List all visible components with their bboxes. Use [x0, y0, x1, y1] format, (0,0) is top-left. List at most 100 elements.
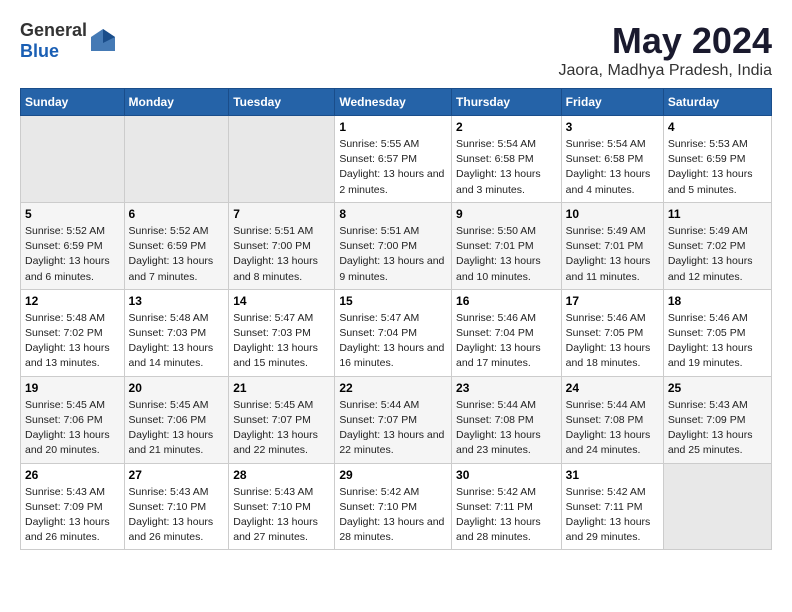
calendar-cell: 7 Sunrise: 5:51 AMSunset: 7:00 PMDaylight… [229, 202, 335, 289]
day-number: 23 [456, 381, 557, 395]
calendar-cell: 24Sunrise: 5:44 AMSunset: 7:08 PMDayligh… [561, 376, 663, 463]
calendar-cell: 3 Sunrise: 5:54 AMSunset: 6:58 PMDaylight… [561, 116, 663, 203]
calendar-cell [124, 116, 229, 203]
day-info: Sunrise: 5:47 AMSunset: 7:04 PMDaylight:… [339, 311, 447, 372]
calendar-cell: 18 Sunrise: 5:46 AMSunset: 7:05 PMDayligh… [663, 289, 771, 376]
day-info: Sunrise: 5:49 AMSunset: 7:02 PMDaylight:… [668, 224, 767, 285]
day-number: 22 [339, 381, 447, 395]
calendar-cell: 13 Sunrise: 5:48 AMSunset: 7:03 PMDayligh… [124, 289, 229, 376]
day-number: 17 [566, 294, 659, 308]
calendar-week-1: 1Sunrise: 5:55 AMSunset: 6:57 PMDaylight… [21, 116, 772, 203]
day-info: Sunrise: 5:46 AMSunset: 7:05 PMDaylight:… [566, 311, 659, 372]
calendar-cell: 14 Sunrise: 5:47 AMSunset: 7:03 PMDayligh… [229, 289, 335, 376]
column-header-saturday: Saturday [663, 89, 771, 116]
day-info: Sunrise: 5:50 AMSunset: 7:01 PMDaylight:… [456, 224, 557, 285]
day-info: Sunrise: 5:49 AMSunset: 7:01 PMDaylight:… [566, 224, 659, 285]
day-number: 26 [25, 468, 120, 482]
day-info: Sunrise: 5:45 AMSunset: 7:07 PMDaylight:… [233, 398, 330, 459]
day-info: Sunrise: 5:48 AMSunset: 7:03 PMDaylight:… [129, 311, 225, 372]
calendar-cell: 8 Sunrise: 5:51 AMSunset: 7:00 PMDaylight… [335, 202, 452, 289]
title-area: May 2024 Jaora, Madhya Pradesh, India [559, 20, 772, 80]
calendar-cell: 6 Sunrise: 5:52 AMSunset: 6:59 PMDaylight… [124, 202, 229, 289]
calendar-title: May 2024 [559, 20, 772, 62]
logo-general: General [20, 20, 87, 40]
day-number: 12 [25, 294, 120, 308]
day-number: 31 [566, 468, 659, 482]
day-number: 13 [129, 294, 225, 308]
day-number: 11 [668, 207, 767, 221]
calendar-week-5: 26Sunrise: 5:43 AMSunset: 7:09 PMDayligh… [21, 463, 772, 550]
day-number: 25 [668, 381, 767, 395]
logo: General Blue [20, 20, 117, 62]
calendar-cell: 21 Sunrise: 5:45 AMSunset: 7:07 PMDayligh… [229, 376, 335, 463]
day-info: Sunrise: 5:45 AMSunset: 7:06 PMDaylight:… [129, 398, 225, 459]
day-number: 5 [25, 207, 120, 221]
day-info: Sunrise: 5:54 AMSunset: 6:58 PMDaylight:… [566, 137, 659, 198]
column-header-wednesday: Wednesday [335, 89, 452, 116]
day-number: 1 [339, 120, 447, 134]
calendar-cell [663, 463, 771, 550]
day-info: Sunrise: 5:43 AMSunset: 7:10 PMDaylight:… [129, 485, 225, 546]
calendar-week-2: 5 Sunrise: 5:52 AMSunset: 6:59 PMDaylight… [21, 202, 772, 289]
calendar-cell: 5 Sunrise: 5:52 AMSunset: 6:59 PMDaylight… [21, 202, 125, 289]
day-info: Sunrise: 5:53 AMSunset: 6:59 PMDaylight:… [668, 137, 767, 198]
day-number: 27 [129, 468, 225, 482]
calendar-cell: 4Sunrise: 5:53 AMSunset: 6:59 PMDaylight… [663, 116, 771, 203]
calendar-cell: 31 Sunrise: 5:42 AMSunset: 7:11 PMDayligh… [561, 463, 663, 550]
day-number: 8 [339, 207, 447, 221]
day-number: 28 [233, 468, 330, 482]
day-info: Sunrise: 5:45 AMSunset: 7:06 PMDaylight:… [25, 398, 120, 459]
day-info: Sunrise: 5:52 AMSunset: 6:59 PMDaylight:… [25, 224, 120, 285]
column-header-tuesday: Tuesday [229, 89, 335, 116]
column-header-sunday: Sunday [21, 89, 125, 116]
day-info: Sunrise: 5:42 AMSunset: 7:11 PMDaylight:… [456, 485, 557, 546]
calendar-body: 1Sunrise: 5:55 AMSunset: 6:57 PMDaylight… [21, 116, 772, 550]
day-number: 18 [668, 294, 767, 308]
logo-icon [89, 27, 117, 55]
day-number: 16 [456, 294, 557, 308]
calendar-cell [21, 116, 125, 203]
calendar-cell: 17 Sunrise: 5:46 AMSunset: 7:05 PMDayligh… [561, 289, 663, 376]
day-number: 6 [129, 207, 225, 221]
day-number: 2 [456, 120, 557, 134]
calendar-header-row: SundayMondayTuesdayWednesdayThursdayFrid… [21, 89, 772, 116]
day-info: Sunrise: 5:43 AMSunset: 7:10 PMDaylight:… [233, 485, 330, 546]
day-number: 14 [233, 294, 330, 308]
calendar-cell: 28 Sunrise: 5:43 AMSunset: 7:10 PMDayligh… [229, 463, 335, 550]
day-number: 21 [233, 381, 330, 395]
column-header-monday: Monday [124, 89, 229, 116]
calendar-cell: 22 Sunrise: 5:44 AMSunset: 7:07 PMDayligh… [335, 376, 452, 463]
calendar-subtitle: Jaora, Madhya Pradesh, India [559, 62, 772, 80]
calendar-cell: 9Sunrise: 5:50 AMSunset: 7:01 PMDaylight… [452, 202, 562, 289]
calendar-cell: 29 Sunrise: 5:42 AMSunset: 7:10 PMDayligh… [335, 463, 452, 550]
calendar-cell: 16Sunrise: 5:46 AMSunset: 7:04 PMDayligh… [452, 289, 562, 376]
day-number: 7 [233, 207, 330, 221]
calendar-table: SundayMondayTuesdayWednesdayThursdayFrid… [20, 88, 772, 550]
calendar-cell: 10Sunrise: 5:49 AMSunset: 7:01 PMDayligh… [561, 202, 663, 289]
day-info: Sunrise: 5:44 AMSunset: 7:08 PMDaylight:… [566, 398, 659, 459]
day-info: Sunrise: 5:44 AMSunset: 7:08 PMDaylight:… [456, 398, 557, 459]
calendar-week-3: 12Sunrise: 5:48 AMSunset: 7:02 PMDayligh… [21, 289, 772, 376]
calendar-cell: 15Sunrise: 5:47 AMSunset: 7:04 PMDayligh… [335, 289, 452, 376]
day-info: Sunrise: 5:42 AMSunset: 7:10 PMDaylight:… [339, 485, 447, 546]
calendar-cell: 1Sunrise: 5:55 AMSunset: 6:57 PMDaylight… [335, 116, 452, 203]
day-info: Sunrise: 5:46 AMSunset: 7:05 PMDaylight:… [668, 311, 767, 372]
day-info: Sunrise: 5:51 AMSunset: 7:00 PMDaylight:… [339, 224, 447, 285]
day-info: Sunrise: 5:42 AMSunset: 7:11 PMDaylight:… [566, 485, 659, 546]
day-number: 20 [129, 381, 225, 395]
day-info: Sunrise: 5:51 AMSunset: 7:00 PMDaylight:… [233, 224, 330, 285]
day-number: 30 [456, 468, 557, 482]
calendar-cell: 25Sunrise: 5:43 AMSunset: 7:09 PMDayligh… [663, 376, 771, 463]
day-number: 19 [25, 381, 120, 395]
calendar-cell: 26Sunrise: 5:43 AMSunset: 7:09 PMDayligh… [21, 463, 125, 550]
day-number: 29 [339, 468, 447, 482]
page-header: General Blue May 2024 Jaora, Madhya Prad… [20, 20, 772, 80]
day-info: Sunrise: 5:44 AMSunset: 7:07 PMDaylight:… [339, 398, 447, 459]
day-info: Sunrise: 5:52 AMSunset: 6:59 PMDaylight:… [129, 224, 225, 285]
day-number: 3 [566, 120, 659, 134]
day-info: Sunrise: 5:47 AMSunset: 7:03 PMDaylight:… [233, 311, 330, 372]
calendar-cell: 19 Sunrise: 5:45 AMSunset: 7:06 PMDayligh… [21, 376, 125, 463]
column-header-friday: Friday [561, 89, 663, 116]
column-header-thursday: Thursday [452, 89, 562, 116]
calendar-week-4: 19 Sunrise: 5:45 AMSunset: 7:06 PMDayligh… [21, 376, 772, 463]
